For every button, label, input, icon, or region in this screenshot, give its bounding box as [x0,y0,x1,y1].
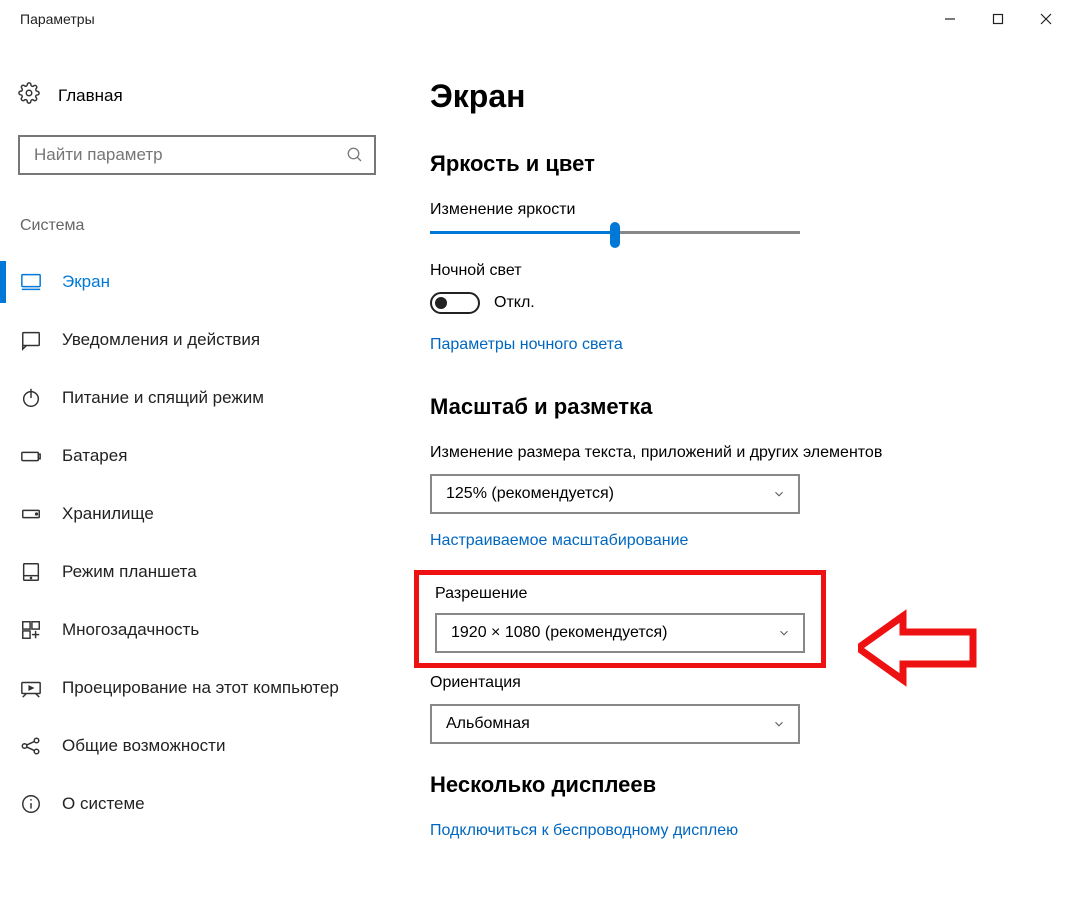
annotation-arrow-icon [858,608,978,693]
home-label: Главная [58,86,123,106]
night-light-label: Ночной свет [430,262,1050,280]
section-multidisplay: Несколько дисплеев [430,772,1050,798]
scale-label: Изменение размера текста, приложений и д… [430,444,1050,462]
resolution-label: Разрешение [435,585,805,603]
sidebar-item-label: Проецирование на этот компьютер [62,678,339,698]
multitask-icon [20,619,42,641]
close-button[interactable] [1022,0,1070,38]
chevron-down-icon [777,626,791,640]
sidebar-item-notifications[interactable]: Уведомления и действия [18,311,395,369]
maximize-icon [992,13,1004,25]
chevron-down-icon [772,717,786,731]
sidebar-item-shared[interactable]: Общие возможности [18,717,395,775]
battery-icon [20,445,42,467]
sidebar-item-storage[interactable]: Хранилище [18,485,395,543]
close-icon [1040,13,1052,25]
home-link[interactable]: Главная [18,78,395,135]
sidebar-item-label: Батарея [62,446,127,466]
content: Главная Система Экран Уведомления и дейс… [0,38,1070,840]
sidebar-item-label: Питание и спящий режим [62,388,264,408]
sidebar-item-label: Общие возможности [62,736,225,756]
nav-list: Экран Уведомления и действия Питание и с… [18,253,395,833]
sidebar-item-projecting[interactable]: Проецирование на этот компьютер [18,659,395,717]
night-light-toggle[interactable] [430,292,480,314]
section-scale: Масштаб и разметка [430,394,1050,420]
sidebar-item-tablet[interactable]: Режим планшета [18,543,395,601]
scale-value: 125% (рекомендуется) [446,485,614,503]
custom-scaling-link[interactable]: Настраиваемое масштабирование [430,532,688,550]
storage-icon [20,503,42,525]
sidebar-item-label: Экран [62,272,110,292]
titlebar: Параметры [0,0,1070,38]
night-light-settings-link[interactable]: Параметры ночного света [430,336,623,354]
resolution-value: 1920 × 1080 (рекомендуется) [451,624,667,642]
section-brightness: Яркость и цвет [430,151,1050,177]
shared-icon [20,735,42,757]
page-title: Экран [430,78,1050,115]
slider-thumb-icon[interactable] [610,222,620,248]
search-icon [346,146,364,164]
sidebar-item-display[interactable]: Экран [18,253,395,311]
gear-icon [18,82,40,109]
resolution-dropdown[interactable]: 1920 × 1080 (рекомендуется) [435,613,805,653]
brightness-label: Изменение яркости [430,201,1050,219]
sidebar-item-label: Режим планшета [62,562,197,582]
sidebar-item-multitask[interactable]: Многозадачность [18,601,395,659]
sidebar-item-about[interactable]: О системе [18,775,395,833]
toggle-knob-icon [435,297,447,309]
window-title: Параметры [20,11,95,27]
power-icon [20,387,42,409]
sidebar-item-label: Уведомления и действия [62,330,260,350]
sidebar-item-battery[interactable]: Батарея [18,427,395,485]
wireless-display-link[interactable]: Подключиться к беспроводному дисплею [430,822,738,840]
night-light-state: Откл. [494,294,535,312]
sidebar-item-label: О системе [62,794,145,814]
sidebar-item-label: Хранилище [62,504,154,524]
search-input[interactable] [34,145,346,165]
monitor-icon [20,271,42,293]
about-icon [20,793,42,815]
orientation-dropdown[interactable]: Альбомная [430,704,800,744]
minimize-button[interactable] [926,0,974,38]
resolution-highlight: Разрешение 1920 × 1080 (рекомендуется) [414,570,826,668]
window-controls [926,0,1070,38]
main: Экран Яркость и цвет Изменение яркости Н… [395,78,1070,840]
section-label: Система [20,217,395,235]
minimize-icon [944,13,956,25]
scale-dropdown[interactable]: 125% (рекомендуется) [430,474,800,514]
tablet-icon [20,561,42,583]
sidebar-item-label: Многозадачность [62,620,199,640]
sidebar-item-power[interactable]: Питание и спящий режим [18,369,395,427]
maximize-button[interactable] [974,0,1022,38]
chevron-down-icon [772,487,786,501]
projecting-icon [20,677,42,699]
sidebar: Главная Система Экран Уведомления и дейс… [0,78,395,840]
search-box[interactable] [18,135,376,175]
notification-icon [20,329,42,351]
brightness-slider[interactable] [430,231,800,234]
orientation-value: Альбомная [446,715,530,733]
